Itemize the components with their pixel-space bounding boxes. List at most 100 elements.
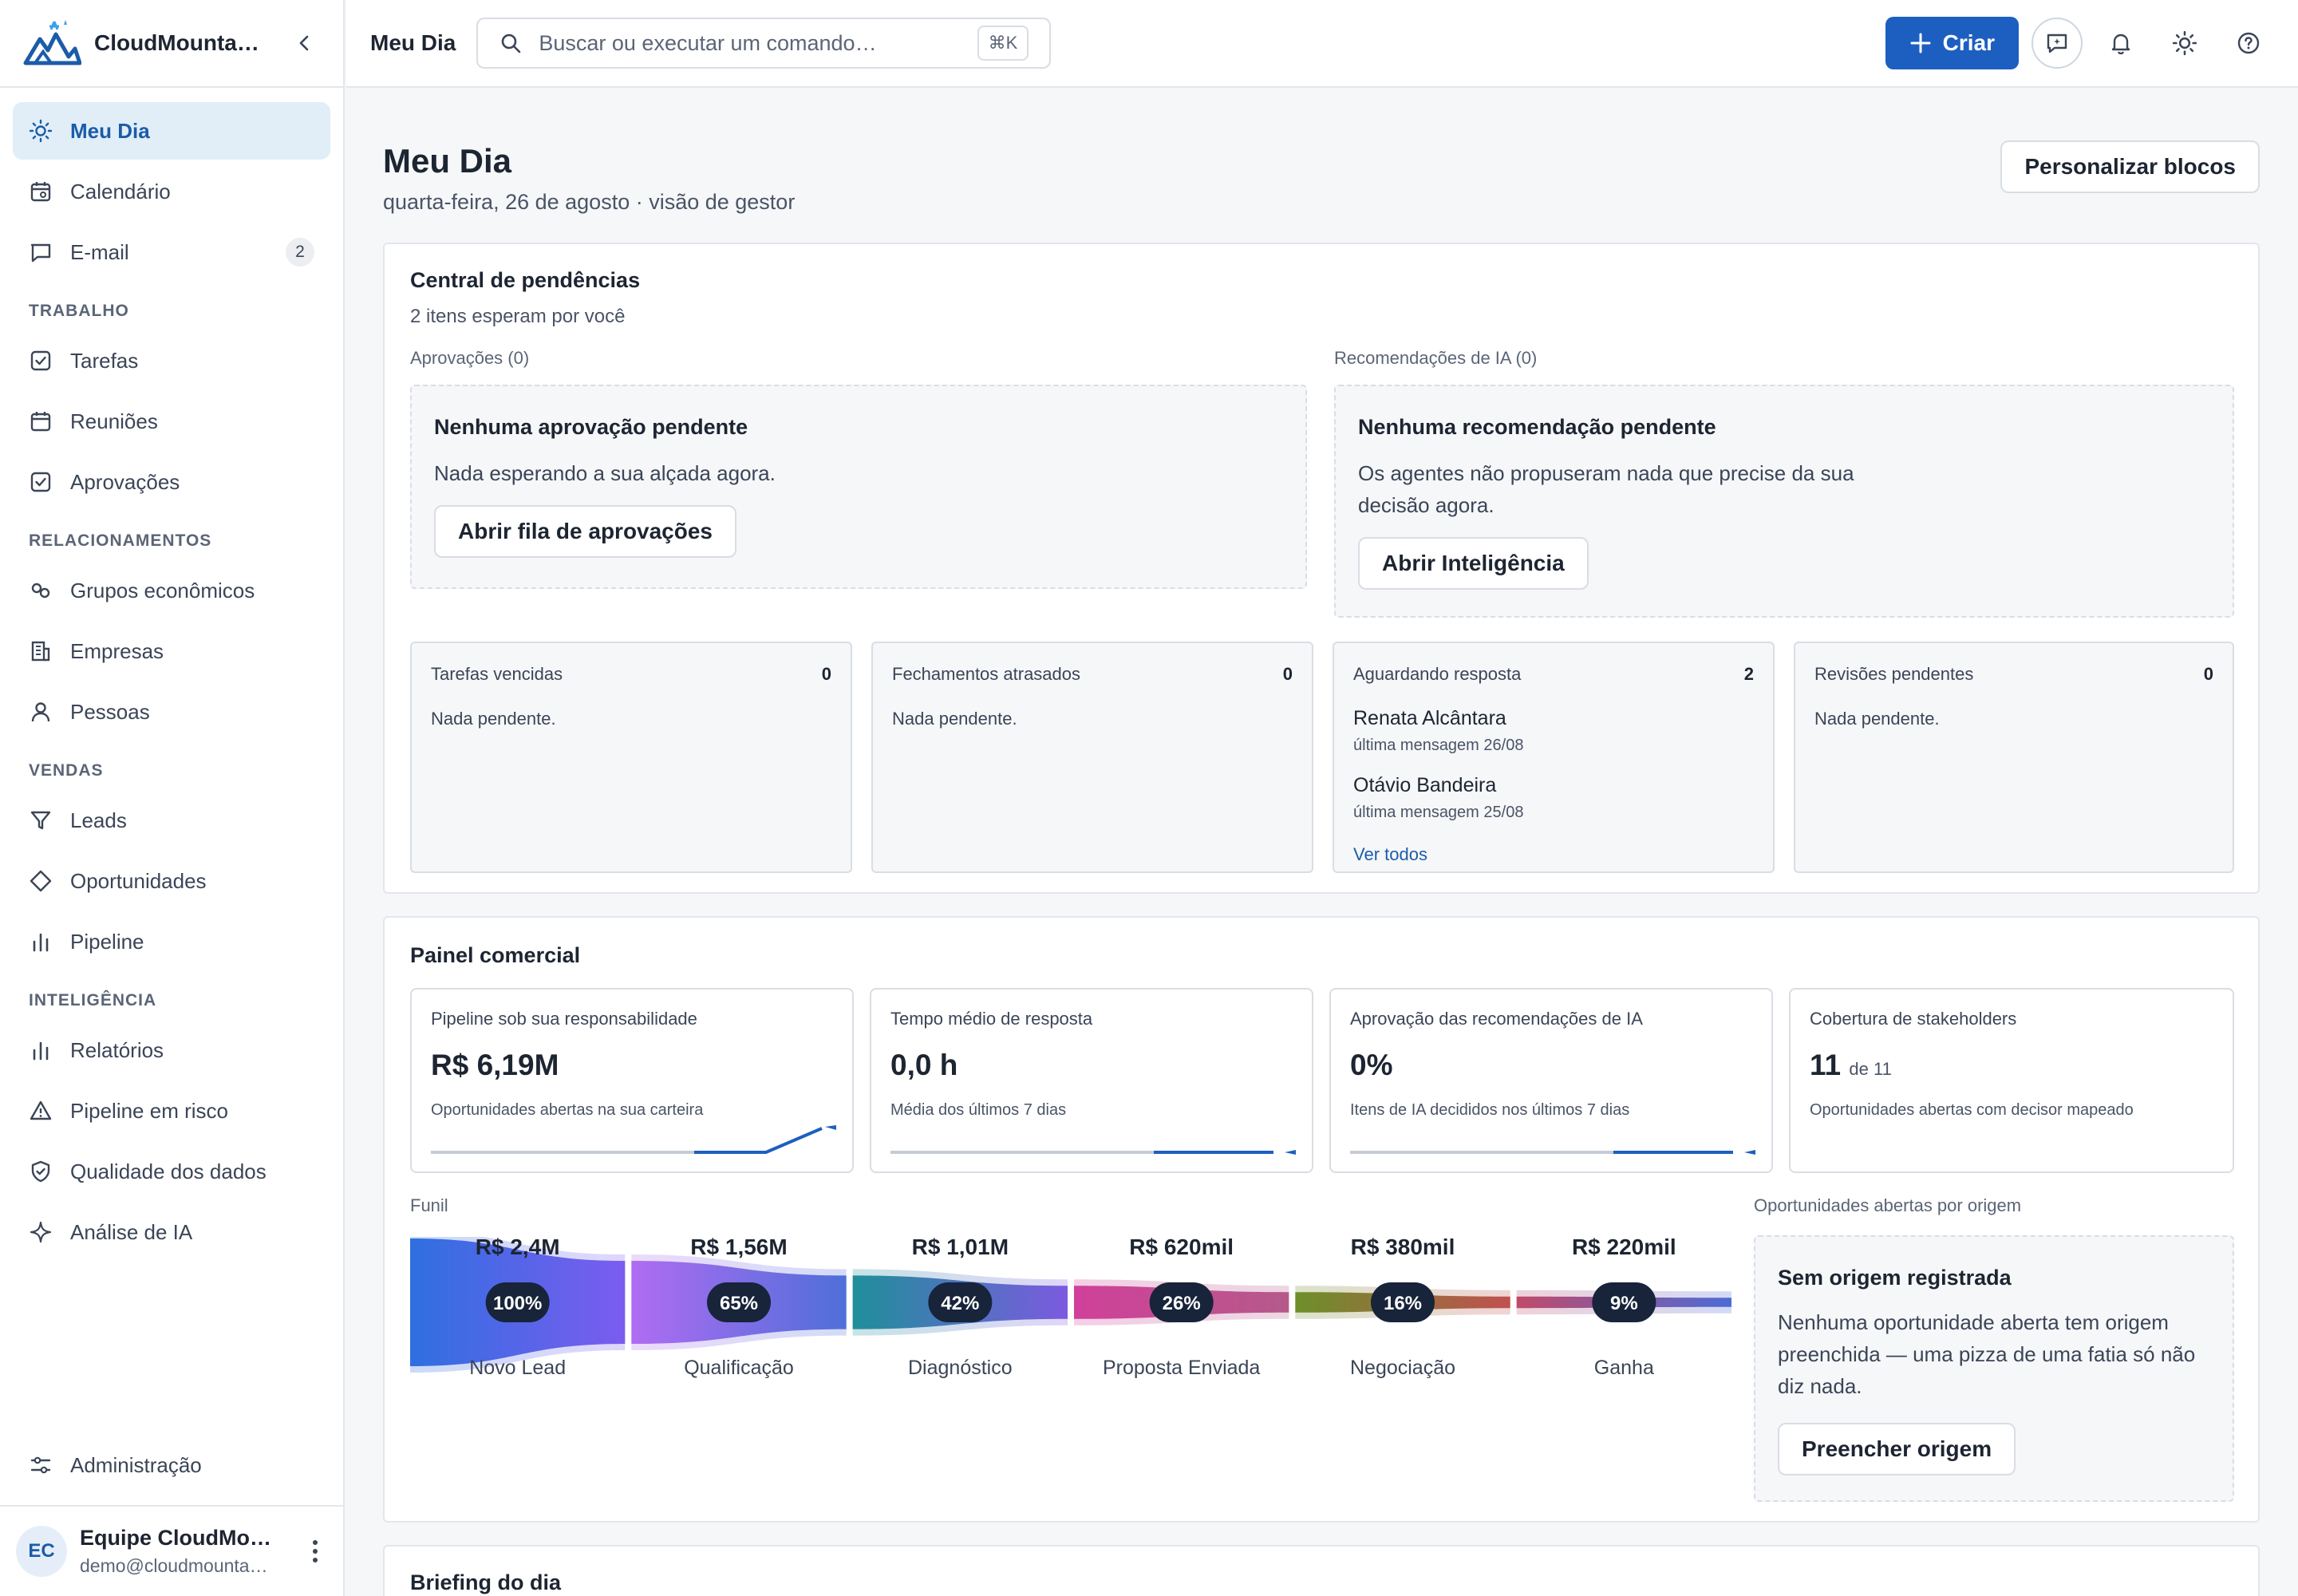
mountain-logo-icon (23, 20, 81, 65)
link-icon (31, 583, 50, 598)
person-last-message: última mensagem 25/08 (1353, 804, 1524, 821)
kpi-ai-approval[interactable]: Aprovação das recomendações de IA 0% Ite… (1329, 988, 1773, 1173)
funnel-label: Funil (410, 1195, 448, 1215)
user-name: Equipe CloudMo… (80, 1526, 271, 1550)
funnel-stage-value: R$ 380mil (1351, 1237, 1455, 1259)
user-email: demo@cloudmounta… (80, 1555, 268, 1576)
user-icon (31, 702, 50, 722)
check-square-icon (30, 472, 51, 492)
sidebar-item-reunioes[interactable]: Reuniões (13, 393, 330, 450)
kpi-description: Oportunidades abertas com decisor mapead… (1810, 1101, 2134, 1119)
nav-section-title: TRABALHO (29, 302, 129, 320)
sidebar-item-email[interactable]: E-mail 2 (13, 223, 330, 281)
sidebar-item-calendario[interactable]: Calendário (13, 163, 330, 220)
fill-origin-button[interactable]: Preencher origem (1778, 1423, 2016, 1476)
mini-card-empty: Nada pendente. (892, 709, 1017, 729)
see-all-link[interactable]: Ver todos (1353, 844, 1427, 865)
collapse-sidebar-button[interactable] (289, 27, 321, 59)
sidebar-item-administracao[interactable]: Administração (13, 1436, 330, 1494)
customize-blocks-button[interactable]: Personalizar blocos (2000, 140, 2260, 193)
pending-center-title: Central de pendências (410, 268, 641, 292)
sidebar-item-pipeline-em-risco[interactable]: Pipeline em risco (13, 1082, 330, 1140)
funnel-stage-name: Novo Lead (469, 1357, 566, 1379)
sidebar-item-grupos-economicos[interactable]: Grupos econômicos (13, 562, 330, 619)
calendar-icon (30, 182, 51, 202)
plus-icon (1910, 33, 1931, 53)
sidebar-item-aprovacoes[interactable]: Aprovações (13, 453, 330, 511)
sidebar-item-qualidade-dos-dados[interactable]: Qualidade dos dados (13, 1143, 330, 1200)
search-shortcut: ⌘K (977, 26, 1029, 61)
kpi-label: Pipeline sob sua responsabilidade (431, 1009, 697, 1029)
origin-empty-text-line: diz nada. (1778, 1374, 1862, 1398)
origin-empty-text: Nenhuma oportunidade aberta tem origem p… (1778, 1306, 2210, 1402)
kpi-pipeline[interactable]: Pipeline sob sua responsabilidade R$ 6,1… (410, 988, 854, 1173)
approvals-empty-state: Nenhuma aprovação pendente Nada esperand… (410, 385, 1307, 589)
mini-card-empty: Nada pendente. (431, 709, 556, 729)
sidebar-item-label: Pipeline (70, 929, 144, 954)
sidebar-item-tarefas[interactable]: Tarefas (13, 332, 330, 389)
nav-section-title: RELACIONAMENTOS (29, 531, 212, 550)
briefing-card: Briefing do dia (383, 1545, 2260, 1596)
sidebar-item-label: Pipeline em risco (70, 1098, 228, 1123)
shield-check-icon (31, 1160, 50, 1183)
sidebar-item-relatorios[interactable]: Relatórios (13, 1021, 330, 1079)
create-button-label: Criar (1942, 30, 1995, 55)
brand-name: CloudMountai… (94, 30, 262, 55)
sidebar-item-label: Empresas (70, 638, 164, 663)
awaiting-reply-card[interactable]: Aguardando resposta 2 Renata Alcântara úl… (1333, 642, 1775, 873)
bar-chart-icon (33, 933, 49, 952)
funnel-stage-value: R$ 220mil (1572, 1237, 1676, 1259)
top-actions: Criar (1885, 17, 2274, 69)
page-header: Meu Dia quarta-feira, 26 de agosto · vis… (383, 89, 2260, 243)
sidebar-item-leads[interactable]: Leads (13, 792, 330, 849)
sidebar-item-empresas[interactable]: Empresas (13, 622, 330, 680)
funnel-stage-percent: 26% (1163, 1293, 1201, 1314)
kpi-description: Itens de IA decididos nos últimos 7 dias (1350, 1101, 1630, 1119)
origin-empty-title: Sem origem registrada (1778, 1266, 2012, 1290)
kpi-stakeholder-coverage[interactable]: Cobertura de stakeholders 11 de 11 Oport… (1789, 988, 2234, 1173)
person-name: Otávio Bandeira (1353, 774, 1497, 796)
sun-icon (2172, 30, 2197, 56)
funnel-stage-value: R$ 1,56M (690, 1237, 787, 1259)
notifications-button[interactable] (2095, 18, 2146, 69)
chevron-left-icon (299, 35, 309, 51)
theme-toggle-button[interactable] (2159, 18, 2210, 69)
user-info: Equipe CloudMo… demo@cloudmounta… (80, 1526, 279, 1577)
help-button[interactable] (2223, 18, 2274, 69)
sidebar-item-label: Aprovações (70, 469, 180, 494)
topbar: Meu Dia Buscar ou executar um comando… ⌘… (346, 0, 2298, 88)
mini-card-count: 0 (821, 664, 831, 684)
message-icon (30, 243, 51, 263)
ai-recommendations-label: Recomendações de IA (0) (1334, 348, 1538, 368)
user-profile[interactable]: EC Equipe CloudMo… demo@cloudmounta… (0, 1505, 343, 1596)
funnel-stage-name: Diagnóstico (908, 1357, 1013, 1379)
kpi-response-time[interactable]: Tempo médio de resposta 0,0 h Média dos … (870, 988, 1313, 1173)
more-vertical-icon[interactable] (303, 1535, 327, 1567)
sidebar-item-oportunidades[interactable]: Oportunidades (13, 852, 330, 910)
open-intelligence-button[interactable]: Abrir Inteligência (1358, 537, 1589, 590)
search-input[interactable]: Buscar ou executar um comando… ⌘K (476, 18, 1052, 69)
commercial-panel-title: Painel comercial (410, 943, 581, 967)
overdue-tasks-card[interactable]: Tarefas vencidas 0 Nada pendente. (410, 642, 852, 873)
sidebar-item-pessoas[interactable]: Pessoas (13, 683, 330, 741)
open-approvals-queue-button[interactable]: Abrir fila de aprovações (434, 505, 737, 558)
sidebar-item-meu-dia[interactable]: Meu Dia (13, 102, 330, 160)
sidebar-item-label: Calendário (70, 179, 171, 203)
kpi-label: Aprovação das recomendações de IA (1350, 1009, 1643, 1029)
origin-empty-text-line: preenchida — uma pizza de uma fatia só n… (1778, 1342, 2196, 1366)
awaiting-person[interactable]: Otávio Bandeira última mensagem 25/08 (1353, 774, 1754, 822)
sidebar-item-label: Análise de IA (70, 1219, 193, 1244)
main-content: Meu Dia quarta-feira, 26 de agosto · vis… (346, 89, 2298, 1596)
awaiting-person[interactable]: Renata Alcântara última mensagem 26/08 (1353, 707, 1754, 755)
late-closings-card[interactable]: Fechamentos atrasados 0 Nada pendente. (871, 642, 1313, 873)
chat-sparkle-icon (2047, 34, 2067, 53)
sidebar-item-analise-de-ia[interactable]: Análise de IA (13, 1203, 330, 1261)
kpi-value-number: 11 (1810, 1049, 1842, 1081)
assistant-chat-button[interactable] (2031, 18, 2083, 69)
create-button[interactable]: Criar (1885, 17, 2019, 69)
pending-reviews-card[interactable]: Revisões pendentes 0 Nada pendente. (1794, 642, 2234, 873)
recommendations-empty-text: Os agentes não propuseram nada que preci… (1358, 457, 2210, 521)
search-placeholder: Buscar ou executar um comando… (539, 30, 877, 55)
mini-card-label: Revisões pendentes (1814, 664, 1974, 684)
sidebar-item-pipeline[interactable]: Pipeline (13, 913, 330, 970)
